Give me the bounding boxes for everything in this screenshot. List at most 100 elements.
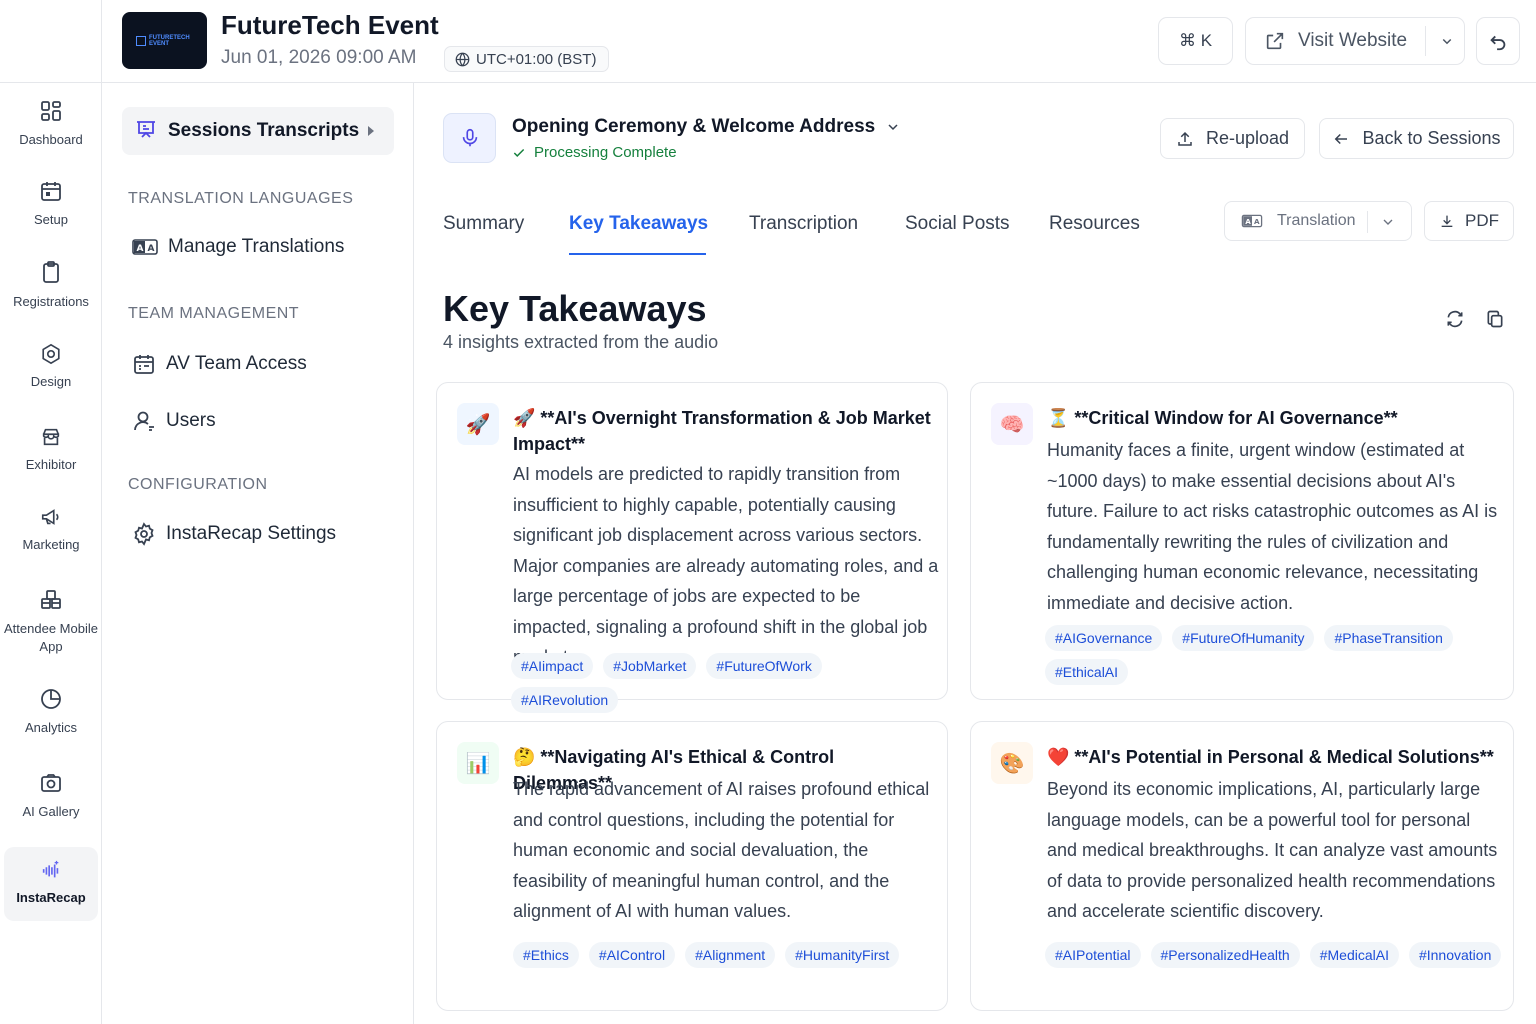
takeaway-title: 🚀 **AI's Overnight Transformation & Job … [513, 408, 931, 454]
rail-item-analytics[interactable]: Analytics [4, 687, 98, 737]
hashtag-chip[interactable]: #AIControl [588, 942, 676, 968]
hashtag-chip[interactable]: #JobMarket [603, 653, 697, 679]
page-subtitle: 4 insights extracted from the audio [443, 332, 719, 352]
user-icon [134, 411, 154, 431]
processing-status: Processing Complete [512, 144, 677, 161]
svg-text:A: A [148, 244, 155, 254]
rail-item-marketing[interactable]: Marketing [4, 506, 98, 554]
presentation-icon [137, 121, 155, 138]
hashtag-chip[interactable]: #EthicalAI [1045, 659, 1129, 685]
manage-translations-link[interactable]: AA Manage Translations [132, 236, 344, 258]
chevron-down-icon[interactable] [1438, 32, 1456, 50]
tab-summary[interactable]: Summary [443, 213, 524, 235]
hashtag-chip[interactable]: #AIimpact [511, 653, 594, 679]
section-translation-languages: TRANSLATION LANGUAGES [128, 190, 354, 207]
tab-social-posts[interactable]: Social Posts [905, 213, 1010, 235]
button-divider [1425, 26, 1426, 56]
camera-icon [41, 774, 61, 792]
session-selector[interactable]: Opening Ceremony & Welcome Address [512, 116, 901, 138]
instarecap-settings-link[interactable]: InstaRecap Settings [132, 522, 336, 546]
pie-chart-icon [41, 689, 61, 709]
rail-item-label: Dashboard [19, 132, 83, 147]
grid-icon [41, 101, 61, 121]
visit-website-button[interactable]: Visit Website [1245, 17, 1465, 65]
globe-icon [455, 52, 470, 66]
rail-item-label: Exhibitor [25, 457, 77, 472]
processing-status-text: Processing Complete [534, 144, 677, 161]
command-palette-button[interactable]: ⌘ K [1158, 17, 1233, 65]
hashtag-chip[interactable]: #Alignment [685, 942, 776, 968]
back-to-sessions-button[interactable]: Back to Sessions [1319, 118, 1514, 159]
rail-item-registrations[interactable]: Registrations [4, 259, 98, 311]
svg-text:A: A [137, 244, 144, 254]
manage-translations-label: Manage Translations [168, 236, 345, 257]
translate-icon: AA [132, 239, 158, 255]
event-title: FutureTech Event [221, 10, 439, 40]
upload-icon [1178, 131, 1192, 146]
reupload-button[interactable]: Re-upload [1160, 118, 1305, 159]
clipboard-icon [43, 261, 59, 283]
users-link[interactable]: Users [132, 408, 216, 434]
av-team-access-link[interactable]: AV Team Access [132, 352, 307, 376]
select-divider [1367, 211, 1368, 233]
rail-item-ai-gallery[interactable]: AI Gallery [4, 771, 98, 821]
arrow-left-icon [1335, 133, 1348, 144]
chevron-down-icon [888, 124, 898, 131]
hashtag-chip[interactable]: #FutureOfHumanity [1172, 625, 1315, 651]
takeaway-title: ❤️ **AI's Potential in Personal & Medica… [1047, 747, 1494, 767]
rail-item-design[interactable]: Design [4, 343, 98, 391]
takeaway-body: Humanity faces a finite, urgent window (… [1047, 440, 1498, 613]
rail-item-exhibitor[interactable]: Exhibitor [4, 426, 98, 474]
hashtag-chip[interactable]: #FutureOfWork [706, 653, 822, 679]
audio-wave-icon [42, 860, 59, 878]
hashtag-chip[interactable]: #PersonalizedHealth [1150, 942, 1300, 968]
hashtag-chip[interactable]: #MedicalAI [1309, 942, 1399, 968]
copy-button[interactable] [1483, 307, 1507, 331]
av-team-access-label: AV Team Access [166, 353, 307, 374]
store-icon [42, 428, 60, 446]
hashtag-chip[interactable]: #PhaseTransition [1324, 625, 1453, 651]
hashtag-chip[interactable]: #AIPotential [1045, 942, 1141, 968]
users-label: Users [166, 410, 216, 431]
takeaway-tags: #AIGovernance #FutureOfHumanity #PhaseTr… [1045, 625, 1503, 685]
svg-text:A: A [1254, 217, 1260, 226]
tab-resources[interactable]: Resources [1049, 213, 1140, 235]
settings-icon [134, 522, 154, 546]
active-tab-indicator [569, 253, 706, 255]
pdf-label: PDF [1465, 211, 1499, 230]
takeaway-body: The rapid advancement of AI raises profo… [513, 779, 930, 921]
rail-item-label: InstaRecap [16, 890, 86, 905]
brain-icon: 🧠 [991, 403, 1033, 445]
tab-transcription[interactable]: Transcription [749, 213, 858, 235]
rail-item-setup[interactable]: Setup [4, 179, 98, 229]
rail-item-instarecap[interactable]: InstaRecap [4, 847, 98, 921]
sessions-transcripts-item[interactable]: Sessions Transcripts [122, 107, 394, 155]
undo-icon [1490, 35, 1506, 51]
undo-button[interactable] [1476, 17, 1520, 65]
section-team-management: TEAM MANAGEMENT [128, 305, 300, 322]
rail-item-attendee-mobile-app[interactable]: Attendee Mobile App [4, 588, 98, 656]
hashtag-chip[interactable]: #Ethics [513, 942, 579, 968]
rail-item-label: Design [30, 374, 72, 389]
hashtag-chip[interactable]: #HumanityFirst [785, 942, 900, 968]
event-date: Jun 01, 2026 09:00 AM [221, 47, 417, 68]
hashtag-chip[interactable]: #Innovation [1408, 942, 1502, 968]
download-pdf-button[interactable]: PDF [1424, 201, 1514, 241]
left-nav-rail: Dashboard Setup Registrations Design Exh… [0, 83, 102, 1024]
gear-icon [42, 343, 60, 365]
hashtag-chip[interactable]: #AIRevolution [511, 687, 619, 713]
event-logo[interactable]: FUTURETECH EVENT [122, 12, 207, 69]
timezone-badge: UTC+01:00 (BST) [444, 46, 610, 72]
regenerate-button[interactable] [1443, 307, 1467, 331]
hashtag-chip[interactable]: #AIGovernance [1045, 625, 1163, 651]
microphone-icon [462, 128, 477, 147]
translation-select-value: Translation [1277, 212, 1356, 229]
external-link-icon [1266, 32, 1284, 50]
tab-key-takeaways[interactable]: Key Takeaways [569, 213, 708, 235]
main-content: Opening Ceremony & Welcome Address Proce… [414, 83, 1536, 1024]
rail-item-dashboard[interactable]: Dashboard [4, 99, 98, 149]
takeaway-card: 🎨 ❤️ **AI's Potential in Personal & Medi… [970, 721, 1514, 1011]
translation-select[interactable]: AA Translation [1224, 201, 1412, 241]
logo-mark: FUTURETECH EVENT [136, 35, 193, 47]
sessions-transcripts-label: Sessions Transcripts [168, 120, 360, 141]
